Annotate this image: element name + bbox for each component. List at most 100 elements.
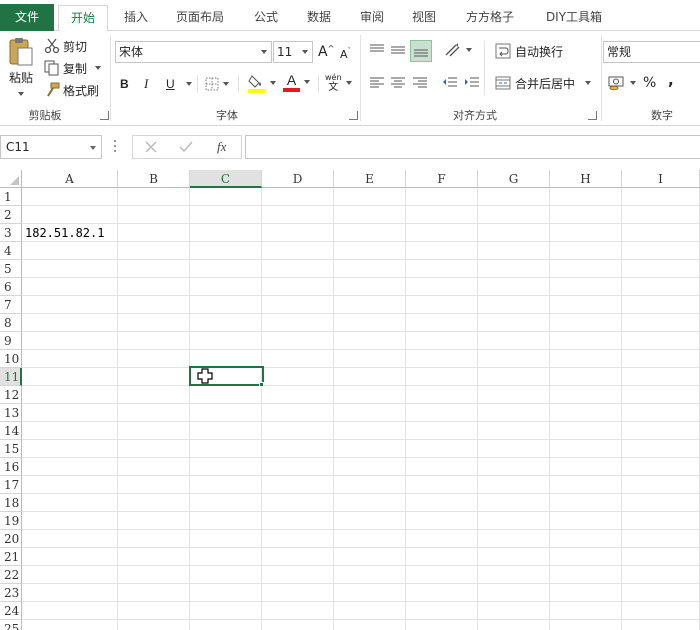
cancel-icon[interactable] bbox=[145, 141, 157, 153]
bold-button[interactable]: B bbox=[120, 74, 129, 94]
align-center-button[interactable] bbox=[390, 74, 408, 92]
wrap-text-button[interactable]: 自动换行 bbox=[495, 41, 563, 61]
borders-dropdown-arrow[interactable] bbox=[223, 82, 229, 86]
tab-page-layout[interactable]: 页面布局 bbox=[166, 5, 234, 31]
font-color-button[interactable]: A bbox=[283, 71, 310, 93]
tab-formulas[interactable]: 公式 bbox=[244, 5, 288, 31]
row-header-20[interactable]: 20 bbox=[0, 530, 22, 548]
row-header-16[interactable]: 16 bbox=[0, 458, 22, 476]
select-all-corner[interactable] bbox=[0, 170, 22, 188]
underline-button[interactable]: U bbox=[166, 74, 175, 94]
align-middle-button[interactable] bbox=[390, 41, 408, 59]
formula-bar-grip-icon[interactable] bbox=[114, 140, 117, 154]
font-launcher-icon[interactable] bbox=[349, 111, 358, 120]
phonetic-button[interactable]: wén 文 bbox=[325, 71, 352, 95]
tab-ffgz[interactable]: 方方格子 bbox=[455, 5, 525, 31]
clipboard-launcher-icon[interactable] bbox=[100, 111, 109, 120]
row-header-12[interactable]: 12 bbox=[0, 386, 22, 404]
fill-color-dropdown-arrow[interactable] bbox=[270, 81, 276, 85]
align-right-button[interactable] bbox=[412, 74, 430, 92]
row-header-10[interactable]: 10 bbox=[0, 350, 22, 368]
column-header-B[interactable]: B bbox=[118, 170, 190, 188]
name-box[interactable]: C11 bbox=[0, 135, 102, 159]
merge-center-dropdown-arrow[interactable] bbox=[585, 81, 592, 85]
font-size-combo[interactable]: 11 bbox=[273, 41, 313, 63]
fill-color-button[interactable] bbox=[248, 73, 276, 93]
column-header-H[interactable]: H bbox=[550, 170, 622, 188]
row-header-18[interactable]: 18 bbox=[0, 494, 22, 512]
row-header-6[interactable]: 6 bbox=[0, 278, 22, 296]
column-header-I[interactable]: I bbox=[622, 170, 700, 188]
formula-input[interactable] bbox=[245, 135, 700, 159]
tab-data[interactable]: 数据 bbox=[297, 5, 341, 31]
font-name-combo[interactable]: 宋体 bbox=[115, 41, 272, 63]
row-header-9[interactable]: 9 bbox=[0, 332, 22, 350]
align-left-button[interactable] bbox=[369, 74, 387, 92]
row-header-8[interactable]: 8 bbox=[0, 314, 22, 332]
format-painter-button[interactable]: 格式刷 bbox=[44, 80, 99, 100]
decrease-indent-button[interactable] bbox=[442, 74, 460, 92]
font-color-dropdown-arrow[interactable] bbox=[304, 80, 310, 84]
tab-home[interactable]: 开始 bbox=[58, 5, 108, 32]
merge-center-label: 合并后居中 bbox=[515, 76, 576, 91]
cut-button[interactable]: 剪切 bbox=[44, 36, 87, 56]
row-header-13[interactable]: 13 bbox=[0, 404, 22, 422]
merge-center-button[interactable]: 合并后居中 bbox=[495, 73, 592, 93]
tab-diy-toolbox[interactable]: DIY工具箱 bbox=[536, 5, 612, 31]
column-header-C[interactable]: C bbox=[190, 170, 262, 188]
tab-view[interactable]: 视图 bbox=[402, 5, 446, 31]
row-header-15[interactable]: 15 bbox=[0, 440, 22, 458]
orientation-dropdown-arrow[interactable] bbox=[466, 48, 472, 52]
column-header-A[interactable]: A bbox=[22, 170, 118, 188]
orientation-button[interactable] bbox=[444, 41, 472, 59]
row-header-5[interactable]: 5 bbox=[0, 260, 22, 278]
copy-button[interactable]: 复制 bbox=[44, 58, 102, 78]
shrink-font-button[interactable]: Aˇ bbox=[340, 45, 351, 63]
row-header-22[interactable]: 22 bbox=[0, 566, 22, 584]
column-header-E[interactable]: E bbox=[334, 170, 406, 188]
format-painter-label: 格式刷 bbox=[63, 83, 100, 98]
row-header-2[interactable]: 2 bbox=[0, 206, 22, 224]
row-header-14[interactable]: 14 bbox=[0, 422, 22, 440]
row-header-4[interactable]: 4 bbox=[0, 242, 22, 260]
row-header-11[interactable]: 11 bbox=[0, 368, 22, 386]
increase-indent-button[interactable] bbox=[464, 74, 482, 92]
row-header-17[interactable]: 17 bbox=[0, 476, 22, 494]
accounting-dropdown-arrow[interactable] bbox=[630, 81, 636, 85]
borders-button[interactable] bbox=[205, 75, 229, 93]
row-header-7[interactable]: 7 bbox=[0, 296, 22, 314]
copy-dropdown-arrow[interactable] bbox=[95, 66, 102, 70]
fill-handle[interactable] bbox=[259, 382, 264, 387]
alignment-launcher-icon[interactable] bbox=[588, 111, 597, 120]
paste-dropdown-arrow[interactable] bbox=[18, 92, 24, 96]
italic-button[interactable]: I bbox=[144, 74, 148, 94]
column-header-D[interactable]: D bbox=[262, 170, 334, 188]
underline-dropdown-arrow[interactable] bbox=[186, 82, 192, 86]
cell-A3[interactable]: 182.51.82.1 bbox=[25, 224, 104, 242]
percent-style-button[interactable]: % bbox=[643, 74, 656, 92]
row-header-21[interactable]: 21 bbox=[0, 548, 22, 566]
row-header-25[interactable]: 25 bbox=[0, 620, 22, 630]
row-header-3[interactable]: 3 bbox=[0, 224, 22, 242]
row-header-23[interactable]: 23 bbox=[0, 584, 22, 602]
phonetic-dropdown-arrow[interactable] bbox=[345, 81, 352, 85]
row-header-1[interactable]: 1 bbox=[0, 188, 22, 206]
tab-review[interactable]: 审阅 bbox=[350, 5, 394, 31]
insert-function-icon[interactable]: fx bbox=[217, 139, 226, 155]
row-header-24[interactable]: 24 bbox=[0, 602, 22, 620]
number-format-combo[interactable]: 常规 bbox=[603, 41, 700, 63]
align-bottom-button[interactable] bbox=[410, 40, 432, 62]
accounting-format-button[interactable] bbox=[608, 73, 636, 93]
comma-style-button[interactable]: , bbox=[668, 71, 674, 89]
name-box-dropdown-icon[interactable] bbox=[90, 146, 96, 150]
paste-button[interactable]: 粘贴 bbox=[5, 37, 37, 101]
row-header-19[interactable]: 19 bbox=[0, 512, 22, 530]
tab-file[interactable]: 文件 bbox=[0, 4, 54, 31]
grow-font-button[interactable]: A ^ bbox=[318, 43, 334, 61]
column-header-G[interactable]: G bbox=[478, 170, 550, 188]
worksheet-grid[interactable]: ABCDEFGHI 1 2 3 4 5 6 7 8 9 10 11 12 13 14 15 16 17 18 19 2… bbox=[0, 170, 700, 630]
column-header-F[interactable]: F bbox=[406, 170, 478, 188]
enter-check-icon[interactable] bbox=[179, 141, 193, 153]
tab-insert[interactable]: 插入 bbox=[114, 5, 158, 31]
align-top-button[interactable] bbox=[369, 41, 387, 59]
